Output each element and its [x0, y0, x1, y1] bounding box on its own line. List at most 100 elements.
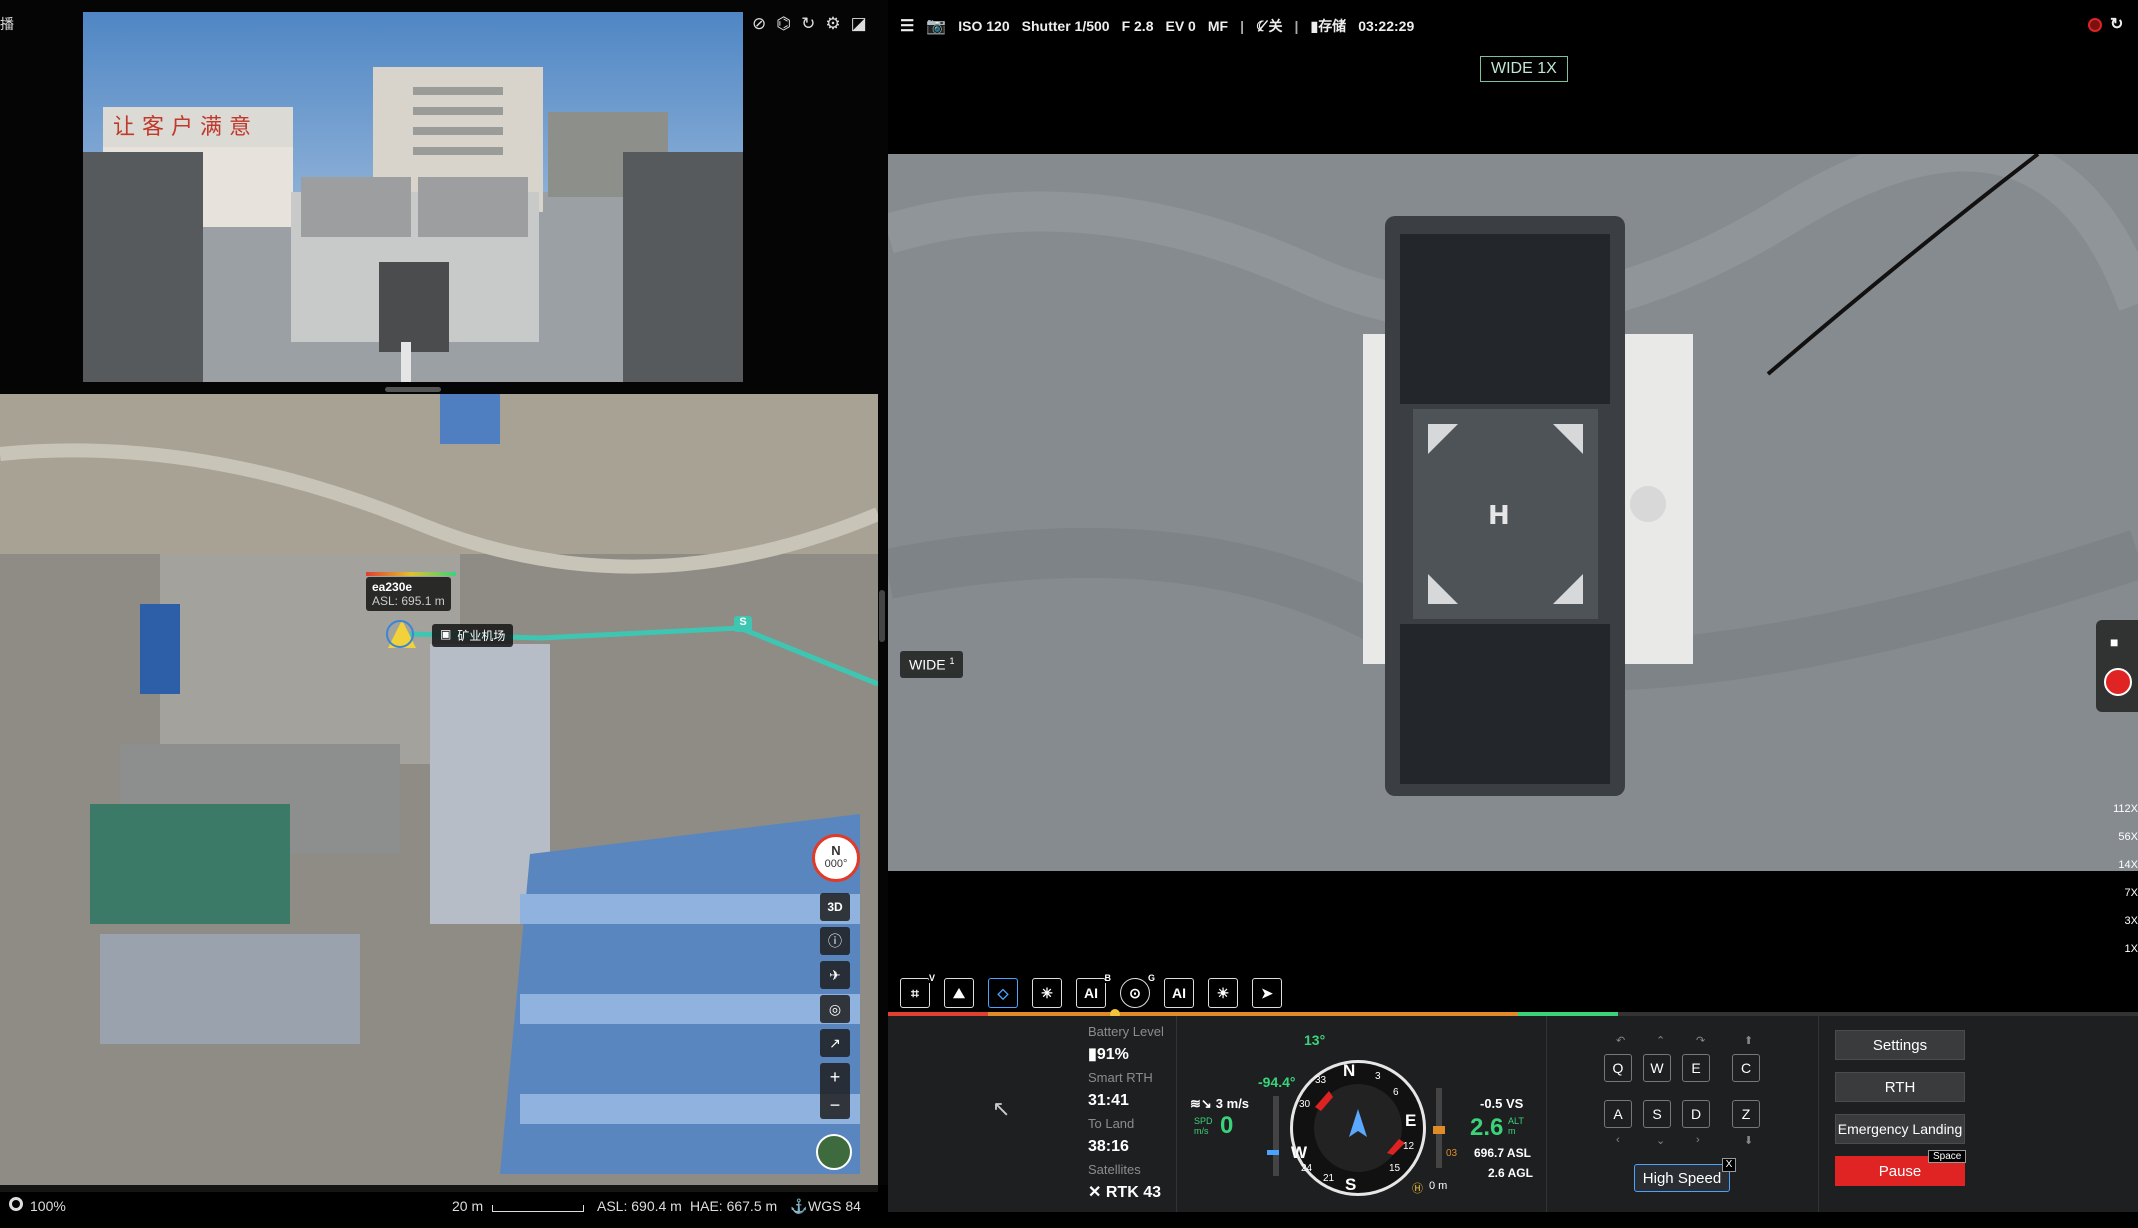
- altitude-value: 2.6: [1470, 1114, 1504, 1141]
- aircraft-icon[interactable]: ✈: [820, 961, 850, 989]
- night-mode[interactable]: ☾̸关: [1256, 16, 1283, 36]
- drone-label[interactable]: ea230e ASL: 695.1 m: [366, 577, 451, 611]
- cursor-icon: ↖: [992, 1096, 1011, 1121]
- flight-control-panel: ↖ Battery Level ▮91% Smart RTH 31:41 To …: [888, 1016, 2138, 1212]
- zoom-level[interactable]: 1X: [2094, 943, 2138, 971]
- light-icon: ☀: [1216, 984, 1230, 1001]
- zoom-level[interactable]: 56X: [2094, 831, 2138, 859]
- zoom-out-icon[interactable]: −: [830, 1095, 841, 1116]
- key-s[interactable]: S: [1643, 1100, 1671, 1128]
- gimbal-pitch: -94.4°: [1258, 1074, 1296, 1090]
- emergency-landing-button[interactable]: Emergency Landing: [1835, 1114, 1965, 1144]
- poi-button[interactable]: ◇: [988, 978, 1018, 1008]
- panel-resize-handle[interactable]: [385, 387, 441, 392]
- compass-e: E: [1405, 1111, 1417, 1130]
- aperture-value[interactable]: F 2.8: [1122, 18, 1154, 34]
- compass-n: N: [1343, 1061, 1356, 1080]
- pin-off-icon[interactable]: ⊘: [752, 14, 766, 34]
- waypoint-start[interactable]: S: [734, 616, 752, 632]
- draw-route-icon[interactable]: ↗: [820, 1029, 850, 1057]
- separator: |: [1240, 18, 1244, 34]
- refresh-icon[interactable]: ↻: [801, 14, 815, 34]
- right-hint-icon: ›: [1696, 1134, 1700, 1146]
- wide-tag-label: WIDE: [909, 656, 946, 673]
- target-lock-button[interactable]: ⊙ G: [1120, 973, 1155, 1008]
- key-w[interactable]: W: [1643, 1054, 1671, 1082]
- map-track-button[interactable]: ⛰: [944, 978, 974, 1008]
- menu-icon[interactable]: ☰: [900, 16, 914, 36]
- vertical-speed: -0.5 VS: [1480, 1096, 1524, 1111]
- high-speed-button[interactable]: High Speed: [1634, 1164, 1730, 1192]
- map-compass-letter: N: [831, 843, 841, 858]
- grid-select-badge: V: [928, 973, 935, 983]
- map-view[interactable]: ea230e ASL: 695.1 m ▣ 矿业机场 S N 000° 3D ⓘ…: [0, 394, 878, 1192]
- map-layer-toggle[interactable]: [816, 1134, 852, 1170]
- key-e[interactable]: E: [1682, 1054, 1710, 1082]
- drone-asl: ASL: 695.1 m: [372, 594, 445, 608]
- speed-value: 0: [1220, 1112, 1234, 1139]
- record-button[interactable]: [2104, 668, 2132, 696]
- panel-scrollbar[interactable]: [879, 590, 885, 642]
- clock: 03:22:29: [1358, 18, 1415, 34]
- key-d[interactable]: D: [1682, 1100, 1710, 1128]
- rth-button[interactable]: RTH: [1835, 1072, 1965, 1102]
- storage[interactable]: ▮存储: [1310, 16, 1346, 36]
- focus-mode[interactable]: MF: [1208, 18, 1228, 34]
- map-controls: 3D ⓘ ✈ ◎ ↗ + −: [820, 893, 850, 1119]
- divider: [1818, 1016, 1819, 1212]
- drone-camera-feed[interactable]: H WIDE 1 ■: [888, 154, 2138, 871]
- zoom-level[interactable]: 7X: [2094, 887, 2138, 915]
- dock-marker-label: 矿业机场: [457, 629, 506, 643]
- video-mode-icon[interactable]: ■: [2110, 634, 2118, 650]
- expand-icon[interactable]: ◪: [851, 14, 867, 34]
- map-compass[interactable]: N 000°: [812, 834, 860, 882]
- spotlight-button[interactable]: ✳: [1032, 978, 1062, 1008]
- night-mode-value: 关: [1268, 18, 1283, 34]
- map-compass-heading: 000°: [824, 858, 848, 870]
- ai-screen-button[interactable]: AI: [1164, 978, 1194, 1008]
- grid-select-button[interactable]: ⌗ V: [900, 973, 935, 1008]
- high-speed-close[interactable]: X: [1722, 1158, 1736, 1172]
- key-a[interactable]: A: [1604, 1100, 1632, 1128]
- ev-value[interactable]: EV 0: [1165, 18, 1195, 34]
- settings-button[interactable]: Settings: [1835, 1030, 1965, 1060]
- ai-detect-label: AI: [1084, 985, 1098, 1001]
- key-c[interactable]: C: [1732, 1054, 1760, 1082]
- map-3d-button[interactable]: 3D: [820, 893, 850, 921]
- drone-battery-strip: [366, 572, 456, 576]
- key-z[interactable]: Z: [1732, 1100, 1760, 1128]
- zoom-in-icon[interactable]: +: [830, 1067, 841, 1088]
- dock-marker[interactable]: ▣ 矿业机场: [432, 624, 514, 647]
- map-status-bar: 100% 20 m ASL: 690.4 m HAE: 667.5 m ⚓ WG…: [0, 1185, 888, 1228]
- home-distance-value: 0 m: [1429, 1180, 1448, 1192]
- iso-value[interactable]: ISO 120: [958, 18, 1009, 34]
- rtk-signal-icon: ✕: [1088, 1184, 1102, 1201]
- dock-camera-feed: 让 客 户 满 意: [83, 12, 743, 382]
- rth-value: 31:41: [1088, 1092, 1129, 1109]
- satellite-icon[interactable]: ⌬: [776, 14, 791, 34]
- light-button[interactable]: ☀: [1208, 978, 1238, 1008]
- drone-name: ea230e: [372, 580, 413, 594]
- compass-mark: 33: [1315, 1075, 1327, 1086]
- speed-unit: SPD m/s: [1194, 1116, 1213, 1136]
- lens-zoom-label[interactable]: WIDE 1X: [1480, 56, 1568, 82]
- ai-detect-button[interactable]: AI B: [1076, 973, 1111, 1008]
- zoom-level[interactable]: 112X: [2094, 803, 2138, 831]
- drone-camera-image: H: [888, 154, 2138, 871]
- locate-icon[interactable]: ◎: [820, 995, 850, 1023]
- wide-lens-tag[interactable]: WIDE 1: [900, 651, 964, 678]
- compass-dial: [1314, 1084, 1405, 1172]
- map-zoom-percent: 100%: [30, 1198, 66, 1214]
- key-q[interactable]: Q: [1604, 1054, 1632, 1082]
- refresh-icon[interactable]: ↻: [2110, 14, 2123, 34]
- info-icon[interactable]: ⓘ: [820, 927, 850, 955]
- gear-icon[interactable]: ⚙: [825, 14, 840, 34]
- separator: |: [1294, 18, 1299, 34]
- fly-to-button[interactable]: ➤: [1252, 978, 1282, 1008]
- zoom-level[interactable]: 3X: [2094, 915, 2138, 943]
- left-panel: 播 让 客 户 满 意 ⊘ ⌬ ↻ ⚙ ◪ ea230e ASL: 695.1 …: [0, 0, 888, 1228]
- ascend-hint-icon: ⬆: [1744, 1035, 1754, 1047]
- zoom-level[interactable]: 14X: [2094, 859, 2138, 887]
- record-indicator-icon[interactable]: [2088, 18, 2102, 32]
- shutter-value[interactable]: Shutter 1/500: [1022, 18, 1110, 34]
